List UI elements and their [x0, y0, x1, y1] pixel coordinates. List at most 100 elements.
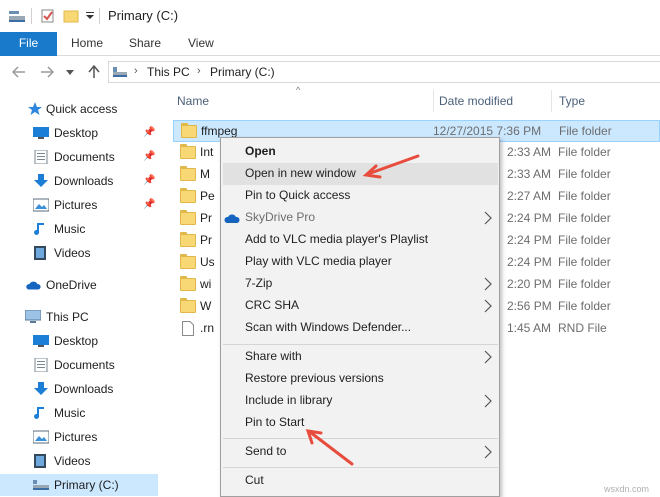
nav-this-pc[interactable]: This PC	[0, 306, 158, 328]
menu-item-label: Share with	[245, 349, 302, 363]
column-header-date[interactable]: Date modified	[439, 94, 513, 108]
desktop-icon	[33, 127, 49, 139]
menu-item-send-to[interactable]: Send to	[223, 441, 498, 463]
menu-item-crc-sha[interactable]: CRC SHA	[223, 295, 498, 317]
documents-icon	[34, 358, 48, 372]
breadcrumb-this-pc[interactable]: This PC	[147, 65, 190, 79]
menu-item-open[interactable]: Open	[223, 141, 498, 163]
file-type: File folder	[558, 277, 611, 291]
file-type: File folder	[558, 233, 611, 247]
tab-share[interactable]: Share	[129, 32, 161, 56]
pin-icon[interactable]: 📌	[143, 127, 155, 138]
title-bar: Primary (C:)	[0, 0, 660, 32]
customize-quick-access-icon[interactable]	[85, 12, 95, 20]
file-name: wi	[200, 277, 212, 291]
submenu-arrow-icon	[484, 211, 492, 225]
new-folder-icon[interactable]	[63, 8, 79, 24]
breadcrumb-chevron[interactable]: ›	[197, 65, 201, 77]
menu-item-scan-defender[interactable]: Scan with Windows Defender...	[223, 317, 498, 339]
file-date: 1:45 AM	[507, 321, 552, 335]
nav-pc-videos[interactable]: Videos	[0, 450, 158, 472]
nav-quick-desktop[interactable]: Desktop 📌	[0, 122, 158, 144]
navigation-pane: Quick access Desktop 📌 Documents 📌 Downl…	[0, 88, 160, 497]
forward-arrow-icon[interactable]	[40, 66, 54, 78]
nav-quick-music[interactable]: Music	[0, 218, 158, 240]
pictures-icon	[33, 198, 49, 212]
onedrive-icon	[26, 281, 41, 290]
file-date: 2:24 PM	[507, 211, 552, 225]
pin-icon[interactable]: 📌	[143, 151, 155, 162]
properties-icon[interactable]	[40, 8, 56, 24]
nav-label: Desktop	[54, 334, 99, 348]
column-header-name[interactable]: Name	[177, 94, 209, 108]
breadcrumb-primary-c[interactable]: Primary (C:)	[210, 65, 275, 79]
folder-icon	[181, 123, 197, 138]
column-header-type[interactable]: Type	[559, 94, 585, 108]
star-icon	[28, 102, 42, 115]
file-date: 2:24 PM	[507, 233, 552, 247]
menu-item-label: Pin to Start	[245, 415, 305, 429]
nav-quick-access[interactable]: Quick access	[0, 98, 158, 120]
nav-label: Music	[54, 222, 86, 236]
explorer-icon[interactable]	[8, 8, 26, 24]
nav-pc-desktop[interactable]: Desktop	[0, 330, 158, 352]
breadcrumb-chevron[interactable]: ›	[134, 65, 138, 77]
tab-file[interactable]: File	[0, 32, 57, 56]
menu-item-label: Send to	[245, 444, 287, 458]
skydrive-icon	[224, 214, 240, 223]
menu-item-open-new-window[interactable]: Open in new window	[223, 163, 498, 185]
nav-pc-primary-c[interactable]: Primary (C:)	[0, 474, 158, 496]
nav-quick-videos[interactable]: Videos	[0, 242, 158, 264]
nav-quick-pictures[interactable]: Pictures 📌	[0, 194, 158, 216]
column-divider[interactable]	[433, 90, 434, 112]
menu-separator	[223, 438, 498, 439]
nav-label: Quick access	[46, 102, 118, 116]
nav-quick-documents[interactable]: Documents 📌	[0, 146, 158, 168]
menu-item-label: Add to VLC media player's Playlist	[245, 232, 429, 246]
file-name: Us	[200, 255, 215, 269]
pin-icon[interactable]: 📌	[143, 175, 155, 186]
pin-icon[interactable]: 📌	[143, 199, 155, 210]
tab-view[interactable]: View	[188, 32, 214, 56]
folder-icon	[180, 188, 196, 203]
folder-icon	[180, 144, 196, 159]
nav-pc-music[interactable]: Music	[0, 402, 158, 424]
menu-item-pin-start[interactable]: Pin to Start	[223, 412, 498, 434]
tab-home[interactable]: Home	[71, 32, 103, 56]
navigation-bar: › This PC › Primary (C:)	[0, 56, 660, 88]
nav-label: Documents	[54, 358, 115, 372]
menu-item-pin-quick-access[interactable]: Pin to Quick access	[223, 185, 498, 207]
menu-item-share-with[interactable]: Share with	[223, 346, 498, 368]
menu-item-label: Cut	[245, 473, 264, 487]
menu-item-7zip[interactable]: 7-Zip	[223, 273, 498, 295]
nav-pc-pictures[interactable]: Pictures	[0, 426, 158, 448]
nav-quick-downloads[interactable]: Downloads 📌	[0, 170, 158, 192]
menu-item-play-vlc[interactable]: Play with VLC media player	[223, 251, 498, 273]
context-menu: Open Open in new window Pin to Quick acc…	[220, 137, 500, 497]
submenu-arrow-icon	[484, 394, 492, 408]
this-pc-icon	[113, 67, 127, 77]
nav-pc-documents[interactable]: Documents	[0, 354, 158, 376]
menu-item-include-library[interactable]: Include in library	[223, 390, 498, 412]
recent-locations-icon[interactable]	[66, 70, 74, 75]
folder-icon	[180, 298, 196, 313]
file-name: W	[200, 299, 212, 313]
back-arrow-icon[interactable]	[12, 66, 26, 78]
watermark-text: wsxdn.com	[604, 484, 650, 494]
file-type: File folder	[558, 299, 611, 313]
downloads-icon	[34, 174, 48, 187]
nav-label: Music	[54, 406, 86, 420]
menu-item-cut[interactable]: Cut	[223, 470, 498, 492]
file-date: 2:24 PM	[507, 255, 552, 269]
folder-icon	[180, 254, 196, 269]
column-divider[interactable]	[551, 90, 552, 112]
menu-item-restore-versions[interactable]: Restore previous versions	[223, 368, 498, 390]
address-bar[interactable]: › This PC › Primary (C:)	[108, 61, 660, 83]
nav-onedrive[interactable]: OneDrive	[0, 274, 158, 296]
drive-icon	[33, 480, 49, 490]
menu-item-label: CRC SHA	[245, 298, 300, 312]
menu-item-add-vlc-playlist[interactable]: Add to VLC media player's Playlist	[223, 229, 498, 251]
up-arrow-icon[interactable]	[88, 65, 100, 79]
nav-pc-downloads[interactable]: Downloads	[0, 378, 158, 400]
menu-item-skydrive-pro[interactable]: SkyDrive Pro	[223, 207, 498, 229]
